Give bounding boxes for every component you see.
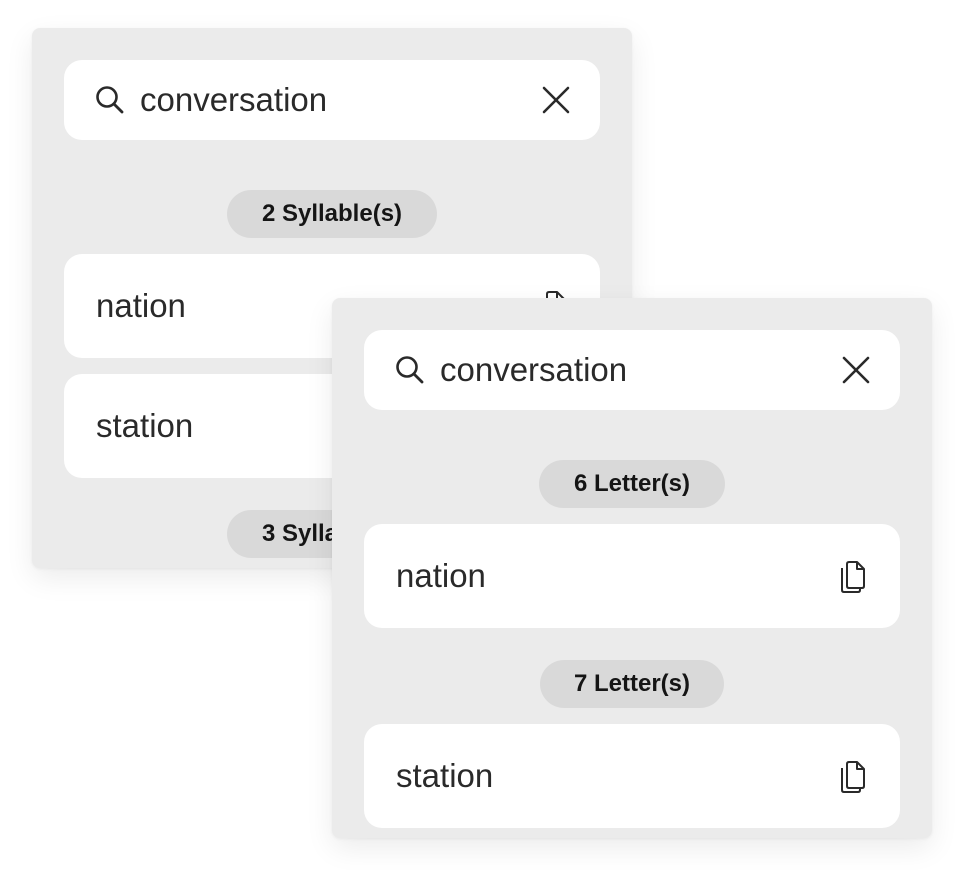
close-icon bbox=[842, 356, 870, 384]
search-bar[interactable]: conversation bbox=[64, 60, 600, 140]
group-header-2-syllables: 2 Syllable(s) bbox=[227, 190, 437, 238]
clear-search-button[interactable] bbox=[840, 354, 872, 386]
result-word: nation bbox=[396, 557, 486, 594]
search-input[interactable]: conversation bbox=[440, 330, 627, 410]
search-bar[interactable]: conversation bbox=[364, 330, 900, 410]
result-word: station bbox=[396, 757, 494, 794]
letter-results-window: conversation 6 Letter(s) nation 7 Letter… bbox=[332, 298, 932, 838]
result-word: nation bbox=[96, 287, 186, 324]
search-input[interactable]: conversation bbox=[140, 60, 327, 140]
copy-icon[interactable] bbox=[836, 760, 868, 794]
copy-icon[interactable] bbox=[836, 560, 868, 594]
clear-search-button[interactable] bbox=[540, 84, 572, 116]
result-card[interactable]: station bbox=[364, 724, 900, 828]
result-card[interactable]: nation bbox=[364, 524, 900, 628]
group-header-6-letters: 6 Letter(s) bbox=[539, 460, 725, 508]
group-header-7-letters: 7 Letter(s) bbox=[540, 660, 724, 708]
search-icon bbox=[394, 354, 426, 386]
result-word: station bbox=[96, 407, 194, 444]
close-icon bbox=[542, 86, 570, 114]
search-icon bbox=[94, 84, 126, 116]
